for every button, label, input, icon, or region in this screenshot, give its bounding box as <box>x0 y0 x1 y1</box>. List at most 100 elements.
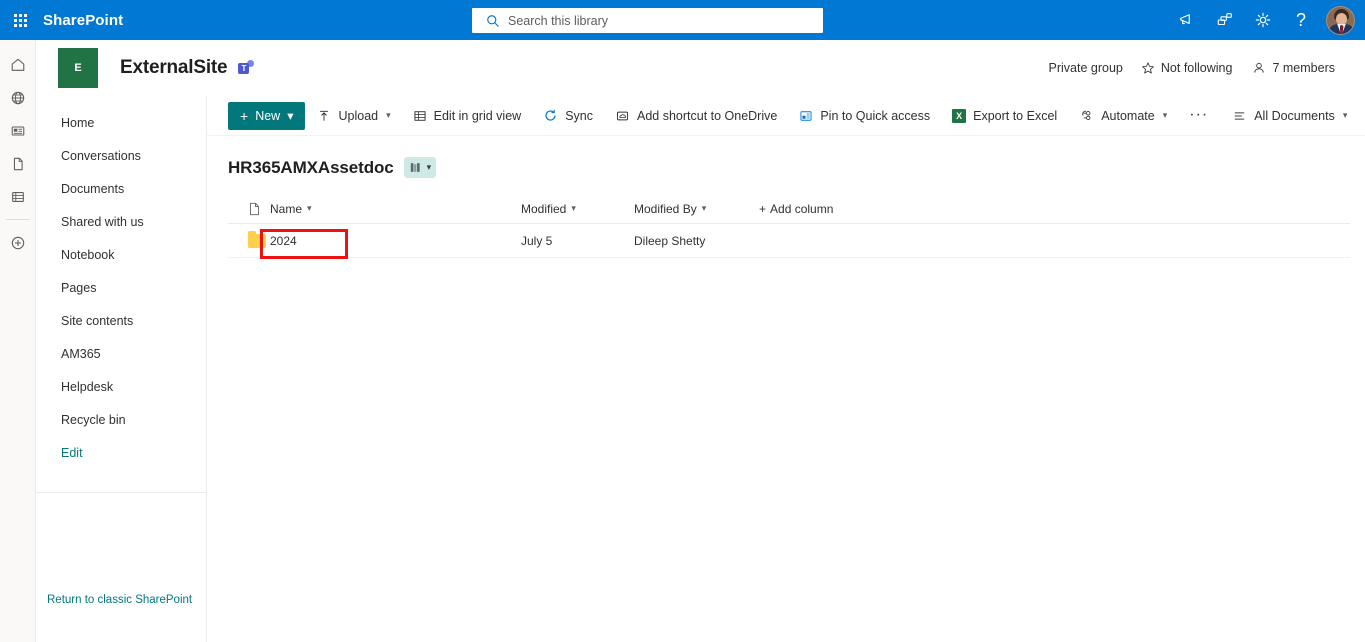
page-title: HR365AMXAssetdoc <box>228 157 394 177</box>
suite-actions: ? <box>1168 0 1359 40</box>
library-body: HR365AMXAssetdoc ▾ Name ▾ Modified ▾ Mod… <box>207 137 1365 642</box>
nav-label: AM365 <box>61 346 101 361</box>
sidebar-item-documents[interactable]: Documents <box>36 172 206 205</box>
rail-lists[interactable] <box>0 180 36 213</box>
pin-to-quick-access-button[interactable]: Pin to Quick access <box>789 100 940 132</box>
chevron-down-icon: ▾ <box>1162 110 1168 120</box>
pin-icon <box>800 110 812 121</box>
rail-create[interactable] <box>0 226 36 259</box>
filter-button[interactable] <box>1359 100 1365 132</box>
cmd-label: Export to Excel <box>973 108 1058 123</box>
excel-icon: X <box>952 108 967 123</box>
sidebar-item-helpdesk[interactable]: Helpdesk <box>36 370 206 403</box>
nav-label: Home <box>61 115 95 130</box>
automate-button[interactable]: Automate ▾ <box>1069 100 1177 132</box>
sharepoint-page: SharePoint Search this library ? E Exter… <box>0 0 1365 642</box>
globe-icon <box>11 91 25 104</box>
app-launcher-icon[interactable] <box>0 0 40 40</box>
members-label: 7 members <box>1272 61 1335 75</box>
lists-icon <box>12 191 24 202</box>
nav-label: Edit <box>61 445 83 460</box>
upload-icon <box>320 110 329 121</box>
view-label: All Documents <box>1254 108 1335 123</box>
nav-label: Documents <box>61 181 125 196</box>
rail-news[interactable] <box>0 114 36 147</box>
upload-button[interactable]: Upload ▾ <box>307 100 400 132</box>
sidebar-item-conversations[interactable]: Conversations <box>36 139 206 172</box>
search-box[interactable] <box>472 8 823 33</box>
rail-files[interactable] <box>0 147 36 180</box>
follow-label: Not following <box>1160 61 1233 75</box>
library-type-badge[interactable]: ▾ <box>403 157 437 178</box>
row-modified-by-cell[interactable]: Dileep Shetty <box>634 234 759 248</box>
chevron-down-icon: ▾ <box>1342 110 1348 120</box>
apps-diagnostics-icon[interactable] <box>1206 0 1244 40</box>
search-icon <box>487 14 499 27</box>
edit-in-grid-view-button[interactable]: Edit in grid view <box>403 100 532 132</box>
app-rail <box>0 40 36 642</box>
search-input[interactable] <box>508 13 808 28</box>
site-logo[interactable]: E <box>58 48 98 88</box>
help-icon[interactable]: ? <box>1282 0 1320 40</box>
document-icon <box>13 157 23 170</box>
follow-button[interactable]: Not following <box>1131 55 1243 81</box>
nav-label: Shared with us <box>61 214 144 229</box>
avatar[interactable] <box>1326 5 1355 35</box>
star-icon <box>1142 62 1154 74</box>
chevron-down-icon: ▾ <box>701 203 707 213</box>
sidebar-item-site-contents[interactable]: Site contents <box>36 304 206 337</box>
row-folder-icon-cell <box>228 230 270 248</box>
nav-label: Pages <box>61 280 97 295</box>
files-table: Name ▾ Modified ▾ Modified By ▾ + Add co… <box>228 194 1350 258</box>
return-to-classic-sharepoint-link[interactable]: Return to classic SharePoint <box>47 594 192 606</box>
grid-icon <box>414 110 426 121</box>
cmd-label: Pin to Quick access <box>820 108 931 123</box>
sidebar-item-shared-with-us[interactable]: Shared with us <box>36 205 206 238</box>
plus-icon: + <box>240 107 249 124</box>
site-title[interactable]: ExternalSite <box>120 57 228 79</box>
nav-label: Site contents <box>61 313 134 328</box>
table-header-row: Name ▾ Modified ▾ Modified By ▾ + Add co… <box>228 194 1350 224</box>
export-to-excel-button[interactable]: X Export to Excel <box>942 100 1067 132</box>
cmd-label: Automate <box>1101 108 1155 123</box>
waffle-grid <box>13 13 27 27</box>
column-header-modified[interactable]: Modified ▾ <box>521 202 634 216</box>
row-modified-cell: July 5 <box>521 233 553 248</box>
add-column-button[interactable]: + Add column <box>759 202 833 216</box>
person-icon <box>1254 62 1265 73</box>
folder-icon <box>248 230 266 248</box>
sync-button[interactable]: Sync <box>533 100 603 132</box>
cmd-label: Edit in grid view <box>433 108 522 123</box>
command-bar: + New ▾ Upload ▾ Edit in grid view Sync … <box>207 96 1365 136</box>
row-name-cell[interactable]: 2024 <box>270 234 521 248</box>
members-button[interactable]: 7 members <box>1242 55 1345 81</box>
site-header: E ExternalSite T Private group Not follo… <box>36 40 1365 96</box>
sidebar-edit-button[interactable]: Edit <box>36 436 206 469</box>
rail-global[interactable] <box>0 81 36 114</box>
cmd-label: Sync <box>565 108 593 123</box>
cmd-label: Add shortcut to OneDrive <box>636 108 778 123</box>
chevron-down-icon: ▾ <box>426 162 432 172</box>
add-shortcut-to-onedrive-button[interactable]: Add shortcut to OneDrive <box>605 100 787 132</box>
column-label: Modified By <box>634 201 697 216</box>
sidebar-item-home[interactable]: Home <box>36 106 206 139</box>
column-header-modified-by[interactable]: Modified By ▾ <box>634 202 759 216</box>
chevron-down-icon: ▾ <box>386 110 391 120</box>
site-header-actions: Private group Not following 7 members <box>1039 55 1365 81</box>
megaphone-icon[interactable] <box>1168 0 1206 40</box>
nav-divider <box>36 492 207 493</box>
sidebar-item-am365[interactable]: AM365 <box>36 337 206 370</box>
column-header-name[interactable]: Name ▾ <box>270 202 521 216</box>
more-commands-button[interactable]: ··· <box>1177 107 1220 123</box>
gear-icon[interactable] <box>1244 0 1282 40</box>
suite-brand-sharepoint[interactable]: SharePoint <box>40 12 123 29</box>
sidebar-item-notebook[interactable]: Notebook <box>36 238 206 271</box>
chevron-down-icon: ▾ <box>287 109 294 123</box>
rail-home[interactable] <box>0 48 36 81</box>
sidebar-item-pages[interactable]: Pages <box>36 271 206 304</box>
table-row[interactable]: 2024 July 5 Dileep Shetty <box>228 224 1350 258</box>
new-button[interactable]: + New ▾ <box>228 101 306 130</box>
nav-list: Home Conversations Documents Shared with… <box>36 96 206 469</box>
sidebar-item-recycle-bin[interactable]: Recycle bin <box>36 403 206 436</box>
view-selector-button[interactable]: All Documents ▾ <box>1222 100 1357 132</box>
